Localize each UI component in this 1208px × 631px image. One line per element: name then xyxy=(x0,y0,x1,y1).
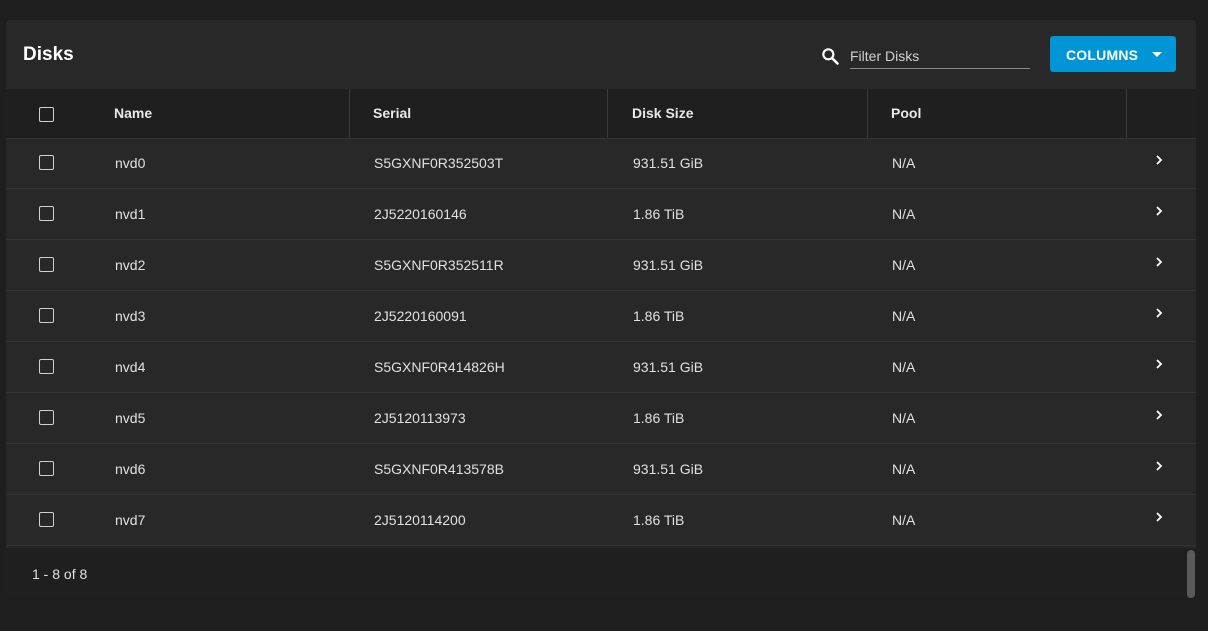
disk-pool: N/A xyxy=(892,359,916,375)
disk-serial: 2J5220160146 xyxy=(374,206,467,222)
disk-size: 1.86 TiB xyxy=(633,512,685,528)
chevron-right-icon[interactable] xyxy=(1154,409,1164,421)
column-header-pool[interactable]: Pool xyxy=(891,89,921,138)
row-checkbox[interactable] xyxy=(39,461,54,476)
disk-name: nvd4 xyxy=(115,359,146,375)
chevron-right-icon[interactable] xyxy=(1154,460,1164,472)
disk-size: 931.51 GiB xyxy=(633,461,704,477)
table-row[interactable]: nvd0 S5GXNF0R352503T 931.51 GiB N/A xyxy=(6,138,1196,189)
table-row[interactable]: nvd2 S5GXNF0R352511R 931.51 GiB N/A xyxy=(6,240,1196,291)
disk-size: 931.51 GiB xyxy=(633,359,704,375)
chevron-right-icon[interactable] xyxy=(1154,511,1164,523)
caret-down-icon xyxy=(1152,52,1162,57)
table-body: nvd0 S5GXNF0R352503T 931.51 GiB N/A nvd1… xyxy=(6,138,1196,546)
table-row[interactable]: nvd6 S5GXNF0R413578B 931.51 GiB N/A xyxy=(6,444,1196,495)
row-checkbox[interactable] xyxy=(39,206,54,221)
disk-size: 1.86 TiB xyxy=(633,206,685,222)
table-row[interactable]: nvd3 2J5220160091 1.86 TiB N/A xyxy=(6,291,1196,342)
page-title: Disks xyxy=(23,44,74,65)
disk-pool: N/A xyxy=(892,257,916,273)
column-divider xyxy=(349,89,350,138)
row-checkbox[interactable] xyxy=(39,257,54,272)
disk-pool: N/A xyxy=(892,206,916,222)
disk-pool: N/A xyxy=(892,308,916,324)
disk-name: nvd7 xyxy=(115,512,146,528)
filter-disks-input[interactable] xyxy=(850,43,1030,68)
column-divider xyxy=(1126,89,1127,138)
table-row[interactable]: nvd1 2J5220160146 1.86 TiB N/A xyxy=(6,189,1196,240)
chevron-right-icon[interactable] xyxy=(1154,307,1164,319)
disk-name: nvd0 xyxy=(115,155,146,171)
columns-button-label: COLUMNS xyxy=(1066,47,1139,63)
row-checkbox[interactable] xyxy=(39,512,54,527)
row-checkbox[interactable] xyxy=(39,410,54,425)
table-row[interactable]: nvd7 2J5120114200 1.86 TiB N/A xyxy=(6,495,1196,546)
card-header: Disks COLUMNS xyxy=(6,20,1196,89)
chevron-right-icon[interactable] xyxy=(1154,256,1164,268)
table-header: Name Serial Disk Size Pool xyxy=(6,89,1196,139)
disk-size: 931.51 GiB xyxy=(633,155,704,171)
disk-pool: N/A xyxy=(892,461,916,477)
filter-field xyxy=(850,43,1030,69)
disk-serial: S5GXNF0R413578B xyxy=(374,461,504,477)
table-footer: 1 - 8 of 8 xyxy=(6,548,1196,598)
search-icon xyxy=(822,48,839,65)
disk-serial: S5GXNF0R352511R xyxy=(374,257,504,273)
scrollbar-thumb[interactable] xyxy=(1187,550,1195,598)
disk-serial: 2J5220160091 xyxy=(374,308,467,324)
disk-size: 1.86 TiB xyxy=(633,410,685,426)
columns-button[interactable]: COLUMNS xyxy=(1050,36,1176,72)
select-all-checkbox[interactable] xyxy=(39,107,54,122)
pagination-range: 1 - 8 of 8 xyxy=(32,566,88,582)
table-row[interactable]: nvd5 2J5120113973 1.86 TiB N/A xyxy=(6,393,1196,444)
disk-name: nvd3 xyxy=(115,308,146,324)
disk-serial: 2J5120114200 xyxy=(374,512,466,528)
disk-size: 1.86 TiB xyxy=(633,308,685,324)
disk-serial: S5GXNF0R352503T xyxy=(374,155,504,171)
chevron-right-icon[interactable] xyxy=(1154,205,1164,217)
chevron-right-icon[interactable] xyxy=(1154,358,1164,370)
column-header-serial[interactable]: Serial xyxy=(373,89,411,138)
row-checkbox[interactable] xyxy=(39,308,54,323)
disk-name: nvd1 xyxy=(115,206,146,222)
row-checkbox[interactable] xyxy=(39,359,54,374)
disk-pool: N/A xyxy=(892,155,916,171)
column-header-name[interactable]: Name xyxy=(114,89,152,138)
disk-size: 931.51 GiB xyxy=(633,257,704,273)
disk-pool: N/A xyxy=(892,512,916,528)
disk-pool: N/A xyxy=(892,410,916,426)
disks-card: Disks COLUMNS Name Serial Disk Size Pool… xyxy=(6,20,1196,598)
column-divider xyxy=(607,89,608,138)
disk-name: nvd6 xyxy=(115,461,146,477)
column-divider xyxy=(867,89,868,138)
row-checkbox[interactable] xyxy=(39,155,54,170)
disk-name: nvd2 xyxy=(115,257,146,273)
table-row[interactable]: nvd4 S5GXNF0R414826H 931.51 GiB N/A xyxy=(6,342,1196,393)
disk-name: nvd5 xyxy=(115,410,146,426)
disk-serial: 2J5120113973 xyxy=(374,410,466,426)
disk-serial: S5GXNF0R414826H xyxy=(374,359,505,375)
chevron-right-icon[interactable] xyxy=(1154,154,1164,166)
column-header-disk-size[interactable]: Disk Size xyxy=(632,89,693,138)
